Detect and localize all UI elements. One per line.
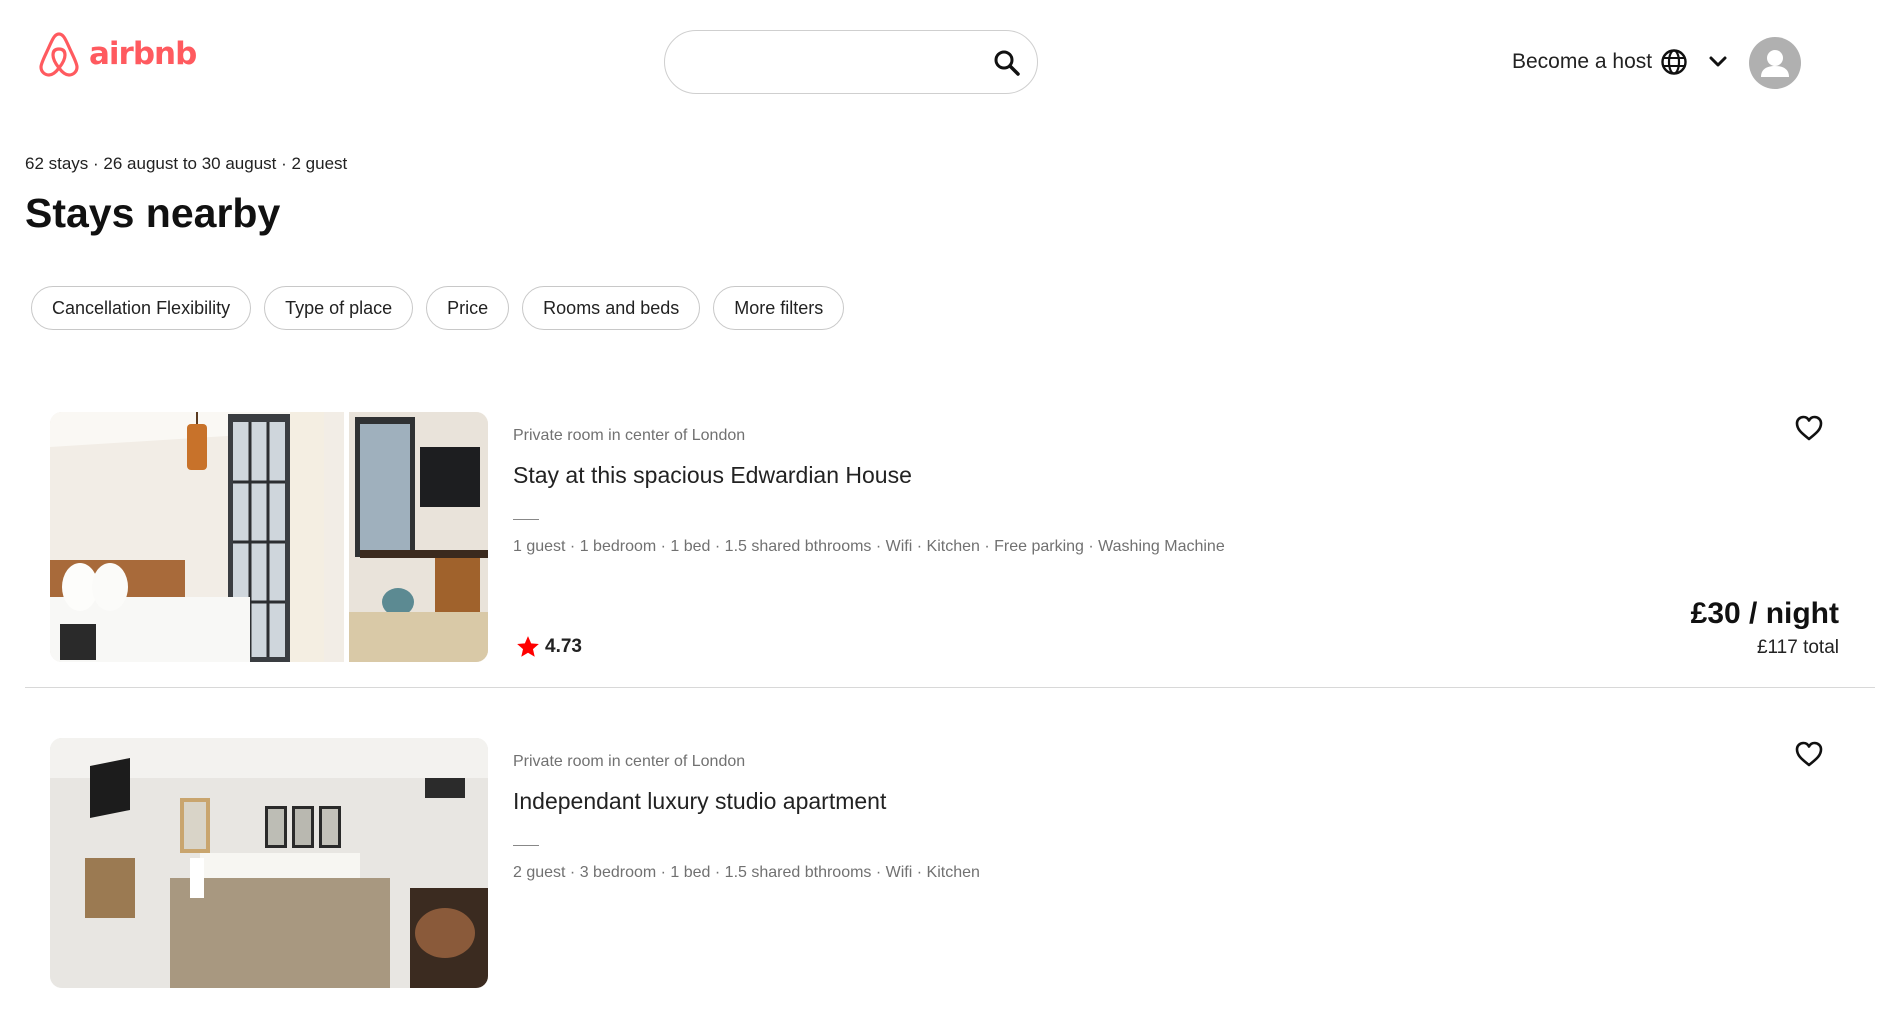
listing-title[interactable]: Stay at this spacious Edwardian House: [513, 462, 912, 489]
airbnb-logo[interactable]: airbnb: [37, 30, 197, 78]
avatar[interactable]: [1749, 37, 1801, 89]
search-bar[interactable]: [664, 30, 1038, 94]
listing-type: Private room in center of London: [513, 753, 746, 770]
filter-more-filters[interactable]: More filters: [713, 286, 845, 330]
logo-text: airbnb: [89, 36, 197, 72]
listing-amenities: 2 guest · 3 bedroom · 1 bed · 1.5 shared…: [513, 864, 980, 881]
page-title: Stays nearby: [25, 190, 281, 236]
star-icon: [517, 636, 539, 657]
listing-card[interactable]: Private room in center of London Stay at…: [25, 412, 1875, 688]
filter-price[interactable]: Price: [426, 286, 510, 330]
search-input[interactable]: [687, 45, 981, 81]
listing-total: £117 total: [1756, 637, 1839, 658]
become-a-host-link[interactable]: Become a host: [1512, 50, 1652, 74]
chevron-down-icon: [1709, 56, 1727, 67]
listing-type: Private room in center of London: [513, 427, 746, 444]
search-button[interactable]: [991, 47, 1023, 79]
listing-amenities: 1 guest · 1 bedroom · 1 bed · 1.5 shared…: [513, 538, 1225, 555]
heart-icon: [1795, 415, 1823, 441]
divider: [513, 845, 539, 846]
airbnb-logo-icon: [39, 32, 79, 77]
listing-price: £30 / night: [1690, 597, 1839, 630]
user-avatar-icon: [1761, 50, 1789, 77]
filter-bar: Cancellation Flexibility Type of place P…: [31, 286, 845, 330]
globe-icon: [1661, 49, 1687, 75]
account-menu-toggle[interactable]: [1706, 50, 1730, 74]
listing-title[interactable]: Independant luxury studio apartment: [513, 788, 886, 815]
favorite-button[interactable]: [1793, 412, 1825, 444]
studio-apartment-photo: [50, 738, 488, 988]
favorite-button[interactable]: [1793, 738, 1825, 770]
divider: [513, 519, 539, 520]
listing-card[interactable]: Private room in center of London Indepen…: [25, 738, 1875, 1018]
language-button[interactable]: [1660, 48, 1688, 76]
search-summary: 62 stays · 26 august to 30 august · 2 gu…: [25, 154, 348, 173]
listing-photo[interactable]: [50, 412, 488, 662]
listing-photo[interactable]: [50, 738, 488, 988]
rating-value: 4.73: [545, 636, 582, 657]
filter-cancellation-flexibility[interactable]: Cancellation Flexibility: [31, 286, 252, 330]
search-icon: [994, 50, 1020, 76]
filter-rooms-and-beds[interactable]: Rooms and beds: [522, 286, 701, 330]
bedroom-photo: [50, 412, 488, 662]
listing-rating: 4.73: [515, 634, 582, 660]
heart-icon: [1795, 741, 1823, 767]
top-header: airbnb Become a host: [0, 0, 1897, 125]
filter-type-of-place[interactable]: Type of place: [264, 286, 414, 330]
